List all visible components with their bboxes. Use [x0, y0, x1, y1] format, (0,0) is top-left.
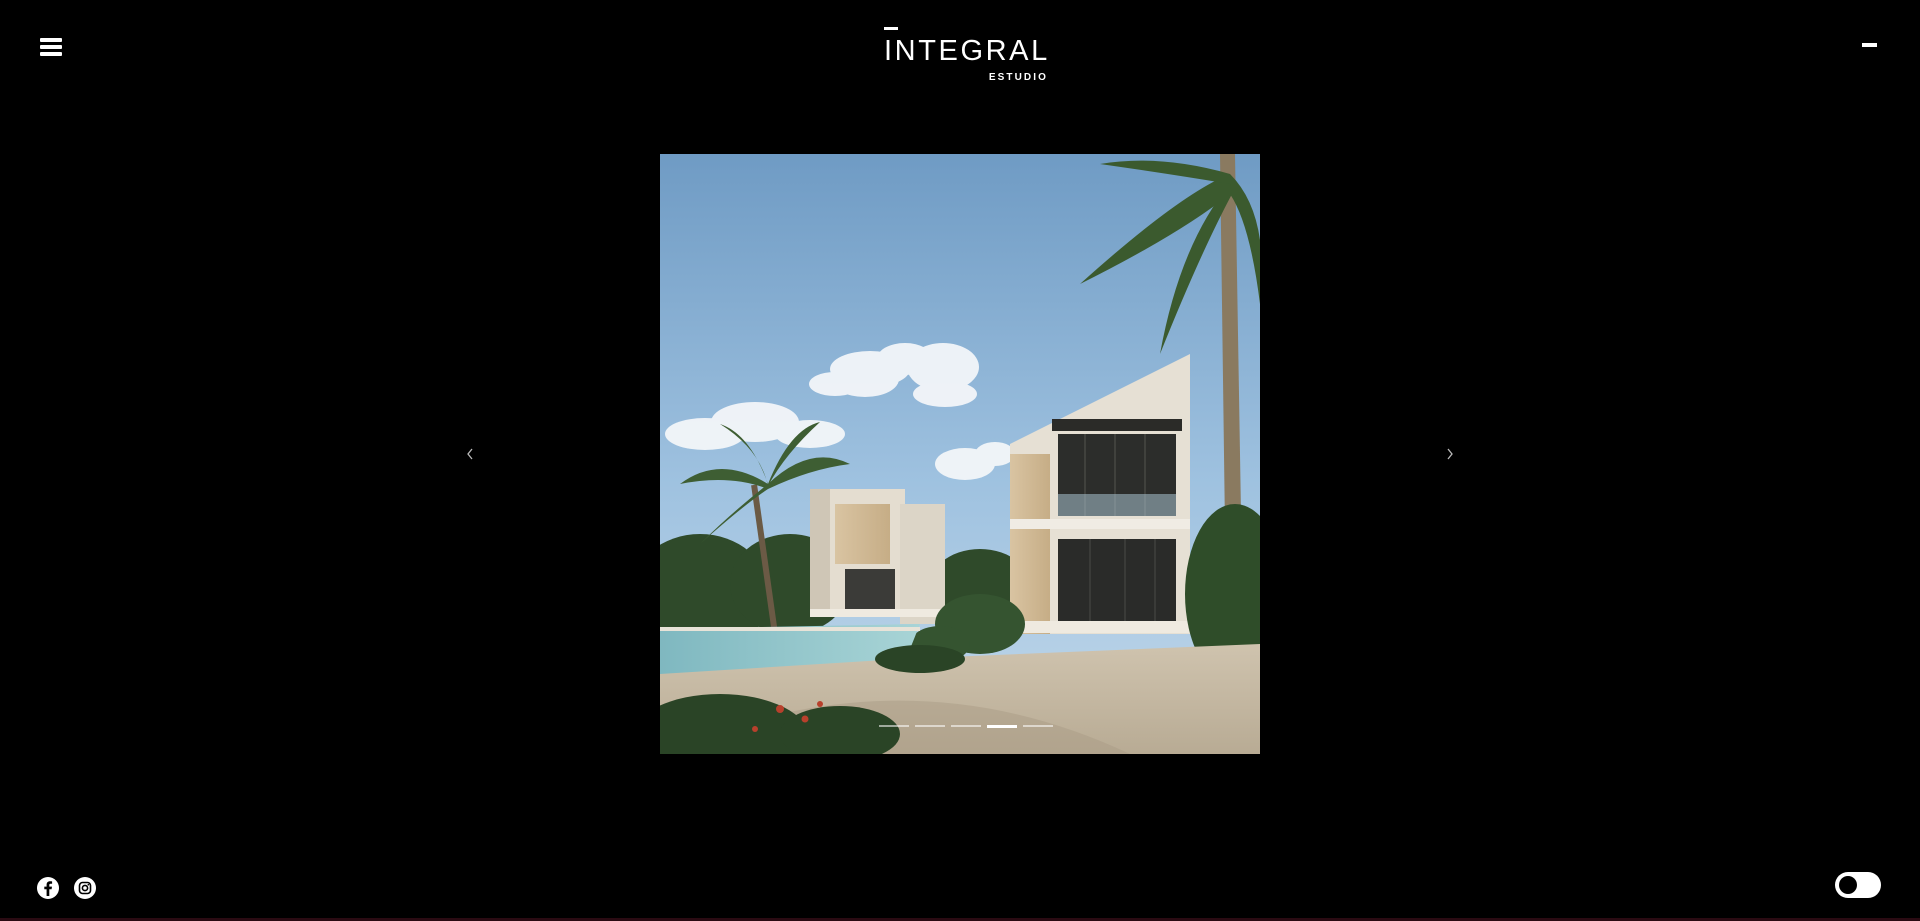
prev-slide-button[interactable] — [463, 445, 477, 463]
slide-indicators — [879, 724, 1053, 728]
logo-mark — [884, 27, 898, 30]
slide-indicator-active[interactable] — [987, 724, 1017, 728]
page: INTEGRAL ESTUDIO — [0, 0, 1920, 921]
logo-subtitle: ESTUDIO — [988, 72, 1048, 83]
instagram-icon — [74, 877, 96, 899]
toggle-icon — [1839, 876, 1857, 894]
hamburger-icon-line — [40, 52, 62, 56]
slide-indicator[interactable] — [879, 725, 909, 727]
slide-indicator[interactable] — [951, 725, 981, 727]
logo-title: INTEGRAL — [884, 35, 1050, 67]
gallery-image — [660, 154, 1260, 754]
chevron-right-icon — [1447, 448, 1453, 460]
next-slide-button[interactable] — [1443, 445, 1457, 463]
chevron-left-icon — [467, 448, 473, 460]
theme-toggle[interactable] — [1835, 872, 1881, 898]
hamburger-icon-line — [40, 38, 62, 42]
logo[interactable]: INTEGRAL ESTUDIO — [884, 27, 1048, 83]
facebook-link[interactable] — [36, 876, 60, 900]
facebook-icon — [37, 877, 59, 899]
slide-indicator[interactable] — [1023, 725, 1053, 727]
menu-button[interactable] — [40, 38, 62, 56]
hamburger-icon-line — [40, 45, 62, 49]
minus-icon[interactable] — [1862, 43, 1877, 47]
instagram-link[interactable] — [73, 876, 97, 900]
slide-indicator[interactable] — [915, 725, 945, 727]
